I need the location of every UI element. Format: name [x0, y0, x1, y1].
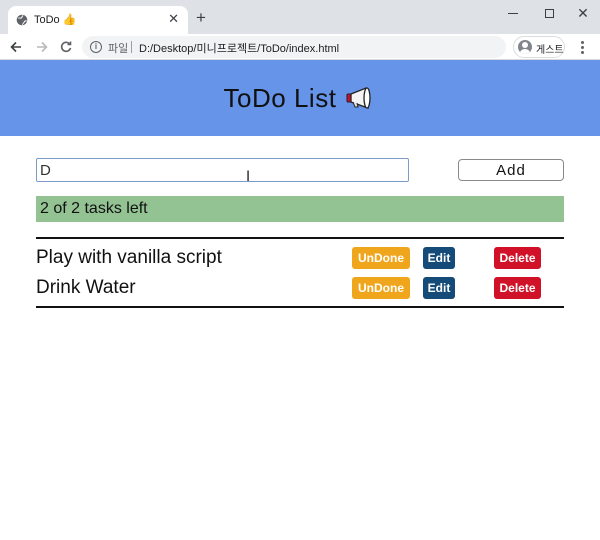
tasks-left-status: 2 of 2 tasks left — [36, 196, 564, 222]
task-row: Play with vanilla script UnDone Edit Del… — [36, 246, 564, 270]
avatar-icon — [518, 40, 532, 54]
task-text: Drink Water — [36, 277, 136, 298]
scheme-label: 파일 — [108, 43, 129, 55]
info-icon[interactable]: i — [90, 41, 102, 53]
browser-tab[interactable]: ToDo 👍 ✕ — [8, 6, 188, 34]
globe-icon — [16, 14, 28, 26]
browser-tabstrip: ToDo 👍 ✕ + ✕ — [0, 0, 600, 34]
reload-icon[interactable] — [56, 37, 76, 57]
maximize-icon[interactable] — [536, 4, 562, 22]
delete-button[interactable]: Delete — [494, 247, 541, 269]
menu-icon[interactable] — [574, 39, 590, 55]
omnibox-divider — [131, 41, 132, 53]
minimize-icon[interactable] — [500, 4, 526, 22]
forward-icon[interactable] — [32, 37, 52, 57]
page-title: ToDo List — [223, 82, 337, 113]
megaphone-icon — [346, 87, 372, 109]
undone-button[interactable]: UnDone — [352, 277, 410, 299]
url-text[interactable]: D:/Desktop/미니프로젝트/ToDo/index.html — [139, 40, 339, 56]
task-input[interactable] — [36, 158, 409, 182]
window-close-icon[interactable]: ✕ — [570, 4, 596, 22]
profile-button[interactable]: 게스트 — [513, 36, 565, 58]
text-cursor-icon: I — [246, 169, 251, 185]
browser-toolbar: i 파일 D:/Desktop/미니프로젝트/ToDo/index.html 게… — [0, 34, 600, 60]
add-button[interactable]: Add — [458, 159, 564, 181]
plus-icon[interactable]: + — [196, 9, 206, 27]
task-row: Drink Water UnDone Edit Delete — [36, 276, 564, 300]
task-text: Play with vanilla script — [36, 247, 222, 268]
profile-label: 게스트 — [536, 45, 564, 56]
delete-button[interactable]: Delete — [494, 277, 541, 299]
undone-button[interactable]: UnDone — [352, 247, 410, 269]
page-header: ToDo List — [0, 60, 600, 136]
list-bottom-divider — [36, 306, 564, 308]
close-icon[interactable]: ✕ — [168, 12, 179, 26]
back-icon[interactable] — [6, 37, 26, 57]
tab-title: ToDo 👍 — [34, 14, 77, 26]
edit-button[interactable]: Edit — [423, 247, 455, 269]
list-top-divider — [36, 237, 564, 239]
address-bar[interactable]: i 파일 D:/Desktop/미니프로젝트/ToDo/index.html — [82, 36, 506, 58]
edit-button[interactable]: Edit — [423, 277, 455, 299]
